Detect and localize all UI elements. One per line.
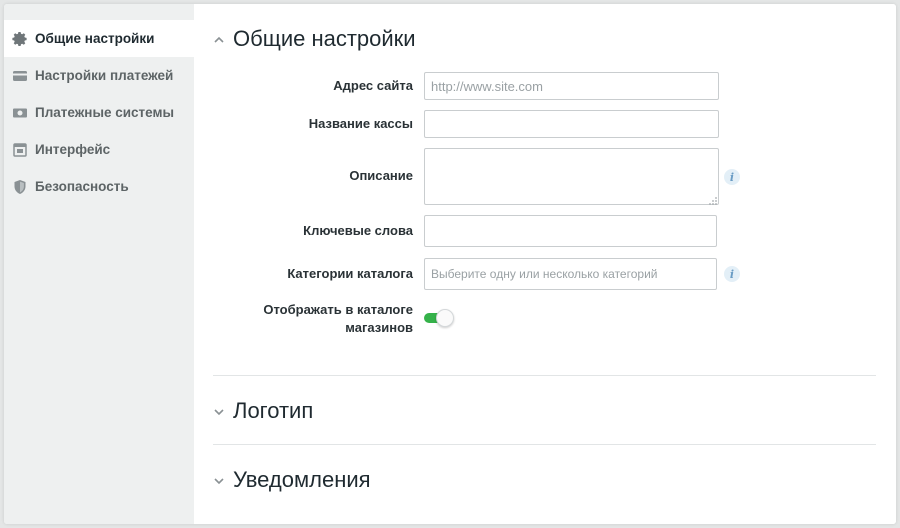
section-notifications-header[interactable]: Уведомления — [213, 467, 371, 493]
resize-handle-icon[interactable] — [708, 193, 718, 205]
sidebar-item-label: Настройки платежей — [35, 68, 174, 83]
window-icon — [12, 142, 28, 158]
catalog-categories-label: Категории каталога — [287, 266, 413, 281]
sidebar-item-label: Интерфейс — [35, 142, 111, 157]
cashbox-name-input[interactable] — [424, 110, 719, 138]
section-title: Общие настройки — [233, 26, 416, 51]
sidebar-item-label: Платежные системы — [35, 105, 175, 120]
toggle-knob — [436, 309, 454, 327]
sidebar-item-payment-systems[interactable]: Платежные системы — [4, 94, 194, 131]
section-logo-header[interactable]: Логотип — [213, 398, 313, 424]
show-in-catalog-label: Отображать в каталоге магазинов — [263, 301, 413, 337]
sidebar-item-label: Общие настройки — [35, 31, 155, 46]
settings-window: Общие настройки Настройки платежей Плате… — [4, 4, 896, 524]
info-icon[interactable]: i — [724, 169, 740, 185]
sidebar-item-payment-settings[interactable]: Настройки платежей — [4, 57, 194, 94]
section-general-header[interactable]: Общие настройки — [213, 26, 416, 52]
section-title: Уведомления — [233, 467, 371, 492]
gear-icon — [12, 31, 28, 47]
sidebar-item-security[interactable]: Безопасность — [4, 168, 194, 205]
keywords-input[interactable] — [424, 215, 717, 247]
section-divider — [213, 375, 876, 376]
credit-card-icon — [12, 68, 28, 84]
shield-icon — [12, 179, 28, 195]
catalog-categories-select[interactable] — [424, 258, 717, 290]
chevron-up-icon — [213, 33, 225, 45]
section-divider — [213, 444, 876, 445]
show-in-catalog-label-line1: Отображать в каталоге — [263, 302, 413, 317]
site-address-label: Адрес сайта — [333, 78, 413, 93]
description-label: Описание — [349, 168, 413, 183]
sidebar-item-interface[interactable]: Интерфейс — [4, 131, 194, 168]
site-address-input[interactable] — [424, 72, 719, 100]
settings-content: Общие настройки Адрес сайта Название кас… — [194, 4, 896, 524]
section-title: Логотип — [233, 398, 314, 423]
sidebar: Общие настройки Настройки платежей Плате… — [4, 4, 194, 524]
sidebar-item-label: Безопасность — [35, 179, 129, 194]
description-textarea[interactable] — [424, 148, 719, 205]
keywords-label: Ключевые слова — [303, 223, 413, 238]
cashbox-name-label: Название кассы — [308, 116, 413, 131]
money-icon — [12, 105, 28, 121]
info-icon[interactable]: i — [724, 266, 740, 282]
sidebar-item-general-settings[interactable]: Общие настройки — [4, 20, 194, 57]
show-in-catalog-toggle[interactable] — [424, 309, 454, 327]
chevron-down-icon — [213, 405, 225, 417]
chevron-down-icon — [213, 474, 225, 486]
show-in-catalog-label-line2: магазинов — [345, 320, 413, 335]
